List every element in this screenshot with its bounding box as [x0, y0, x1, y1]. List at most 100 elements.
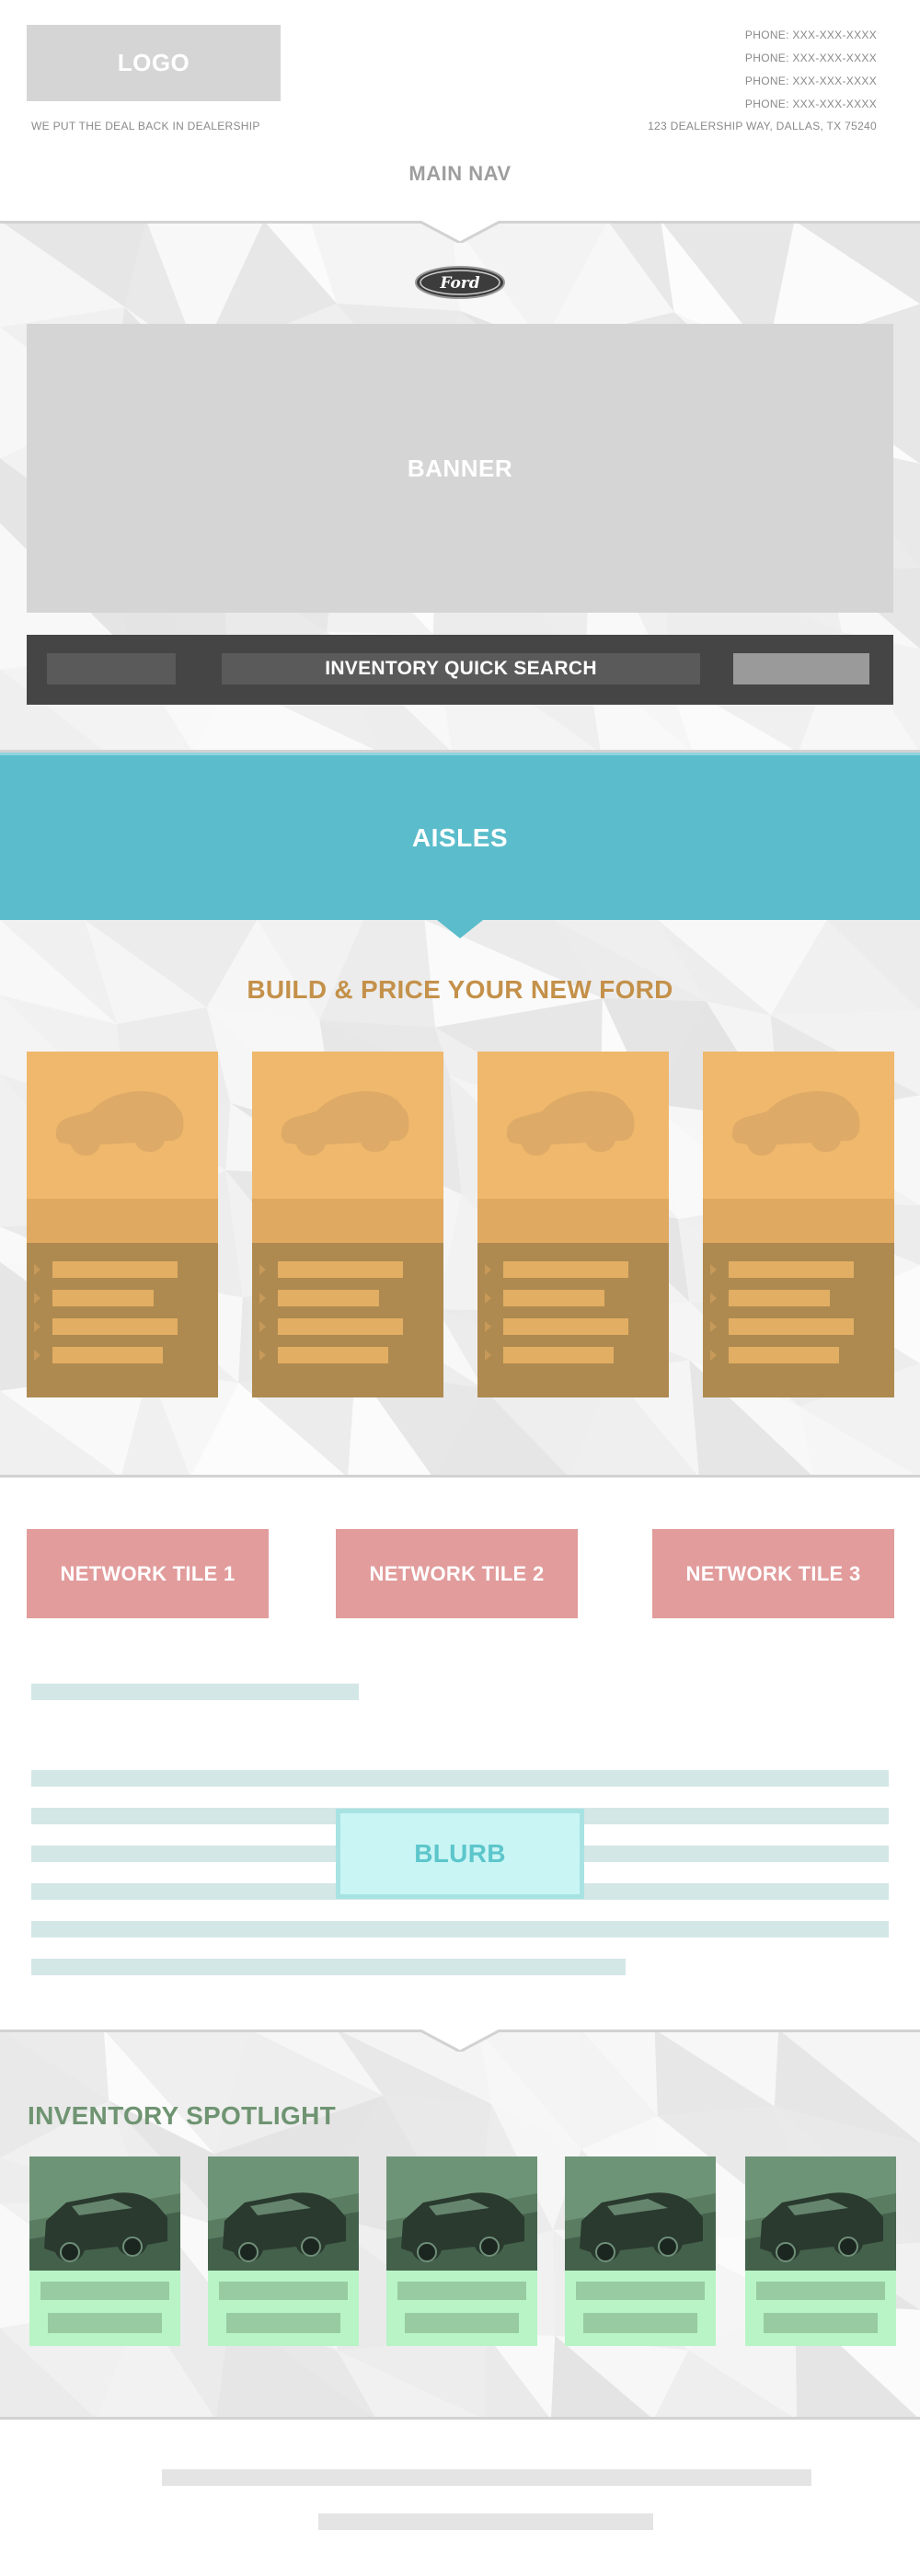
spec-list-item [703, 1290, 894, 1306]
aisles-section[interactable]: AISLES [0, 753, 920, 920]
suv-photo-icon[interactable] [565, 2156, 716, 2271]
triangle-bullet-icon [710, 1264, 717, 1275]
triangle-bullet-icon [259, 1264, 266, 1275]
blurb-heading-placeholder [31, 1684, 359, 1700]
text-line-placeholder [729, 1347, 839, 1363]
build-price-card[interactable] [477, 1052, 669, 1397]
blurb-box[interactable]: BLURB [336, 1809, 584, 1899]
text-line-placeholder [278, 1290, 379, 1306]
build-price-card[interactable] [252, 1052, 443, 1397]
triangle-bullet-icon [710, 1350, 717, 1361]
spotlight-card-info [565, 2271, 716, 2346]
search-button[interactable] [733, 653, 869, 684]
text-line-placeholder [278, 1318, 403, 1335]
network-tile-3[interactable]: NETWORK TILE 3 [652, 1529, 894, 1618]
tagline: WE PUT THE DEAL BACK IN DEALERSHIP [31, 120, 260, 132]
network-tile-2[interactable]: NETWORK TILE 2 [336, 1529, 578, 1618]
vehicle-title-placeholder [576, 2282, 705, 2300]
triangle-bullet-icon [259, 1321, 266, 1332]
triangle-bullet-icon [485, 1350, 491, 1361]
aisles-arrow-icon [437, 920, 483, 938]
main-nav[interactable]: MAIN NAV [0, 162, 920, 186]
site-header: LOGO WE PUT THE DEAL BACK IN DEALERSHIP … [0, 0, 920, 221]
build-price-card[interactable] [703, 1052, 894, 1397]
ford-oval-logo-icon[interactable]: Ford [414, 265, 506, 300]
spec-list-item [477, 1290, 669, 1306]
triangle-bullet-icon [259, 1350, 266, 1361]
text-line-placeholder [31, 1770, 889, 1787]
suv-photo-icon[interactable] [386, 2156, 537, 2271]
text-line-placeholder [729, 1318, 854, 1335]
text-line-placeholder [52, 1290, 154, 1306]
site-logo[interactable]: LOGO [27, 25, 281, 101]
card-subheader [252, 1199, 443, 1243]
text-line-placeholder [729, 1261, 854, 1278]
spec-list-item [27, 1347, 218, 1363]
build-price-card[interactable] [27, 1052, 218, 1397]
spotlight-vehicle-card[interactable] [745, 2156, 896, 2346]
spotlight-vehicle-card[interactable] [29, 2156, 180, 2346]
section-title: BUILD & PRICE YOUR NEW FORD [247, 975, 673, 1004]
car-silhouette-icon [55, 1091, 184, 1156]
card-subheader [477, 1199, 669, 1243]
phone-number[interactable]: PHONE: XXX-XXX-XXXX [745, 70, 877, 93]
vehicle-title-placeholder [219, 2282, 348, 2300]
section-notch [419, 2030, 501, 2052]
nav-notch [419, 221, 501, 243]
triangle-bullet-icon [34, 1293, 40, 1304]
spec-list-item [252, 1261, 443, 1278]
triangle-bullet-icon [34, 1321, 40, 1332]
text-line-placeholder [503, 1261, 628, 1278]
suv-photo-icon[interactable] [745, 2156, 896, 2271]
spec-list-item [27, 1261, 218, 1278]
triangle-bullet-icon [34, 1264, 40, 1275]
car-silhouette-icon [506, 1091, 635, 1156]
spotlight-vehicle-card[interactable] [208, 2156, 359, 2346]
phone-number[interactable]: PHONE: XXX-XXX-XXXX [745, 47, 877, 70]
inventory-spotlight-section: INVENTORY SPOTLIGHT [0, 2030, 920, 2420]
spotlight-vehicle-card[interactable] [386, 2156, 537, 2346]
brand-logo-text: Ford [439, 274, 479, 293]
phone-number[interactable]: PHONE: XXX-XXX-XXXX [745, 93, 877, 116]
spec-list-item [252, 1290, 443, 1306]
spotlight-vehicle-card[interactable] [565, 2156, 716, 2346]
dealership-address[interactable]: 123 DEALERSHIP WAY, DALLAS, TX 75240 [648, 120, 877, 132]
phone-list: PHONE: XXX-XXX-XXXX PHONE: XXX-XXX-XXXX … [745, 24, 877, 116]
network-tile-1[interactable]: NETWORK TILE 1 [27, 1529, 269, 1618]
triangle-bullet-icon [485, 1264, 491, 1275]
vehicle-price-placeholder [583, 2313, 697, 2333]
vehicle-price-placeholder [764, 2313, 878, 2333]
triangle-bullet-icon [710, 1321, 717, 1332]
spec-list-item [252, 1318, 443, 1335]
spec-list-item [27, 1318, 218, 1335]
search-select-make[interactable] [47, 653, 176, 684]
text-line-placeholder [31, 1959, 626, 1975]
footer-text-placeholder [162, 2469, 811, 2486]
text-line-placeholder [503, 1290, 604, 1306]
text-line-placeholder [503, 1347, 614, 1363]
suv-photo-icon[interactable] [208, 2156, 359, 2271]
vehicle-price-placeholder [48, 2313, 162, 2333]
spec-list-item [27, 1290, 218, 1306]
suv-photo-icon[interactable] [29, 2156, 180, 2271]
hero-section: Ford BANNER INVENTORY QUICK SEARCH [0, 221, 920, 753]
spotlight-card-info [208, 2271, 359, 2346]
spec-list-item [252, 1347, 443, 1363]
text-line-placeholder [52, 1261, 178, 1278]
spotlight-card-info [745, 2271, 896, 2346]
vehicle-title-placeholder [40, 2282, 169, 2300]
phone-number[interactable]: PHONE: XXX-XXX-XXXX [745, 24, 877, 47]
text-line-placeholder [729, 1290, 830, 1306]
spotlight-card-info [386, 2271, 537, 2346]
spec-list-item [703, 1318, 894, 1335]
car-silhouette-icon [281, 1091, 409, 1156]
spec-list-item [703, 1261, 894, 1278]
text-line-placeholder [278, 1347, 388, 1363]
text-line-placeholder [31, 1921, 889, 1938]
card-subheader [27, 1199, 218, 1243]
hero-banner[interactable]: BANNER [27, 324, 893, 613]
section-title: INVENTORY SPOTLIGHT [28, 2101, 337, 2130]
text-line-placeholder [52, 1347, 163, 1363]
vehicle-price-placeholder [226, 2313, 340, 2333]
inventory-quick-search: INVENTORY QUICK SEARCH [27, 635, 893, 705]
